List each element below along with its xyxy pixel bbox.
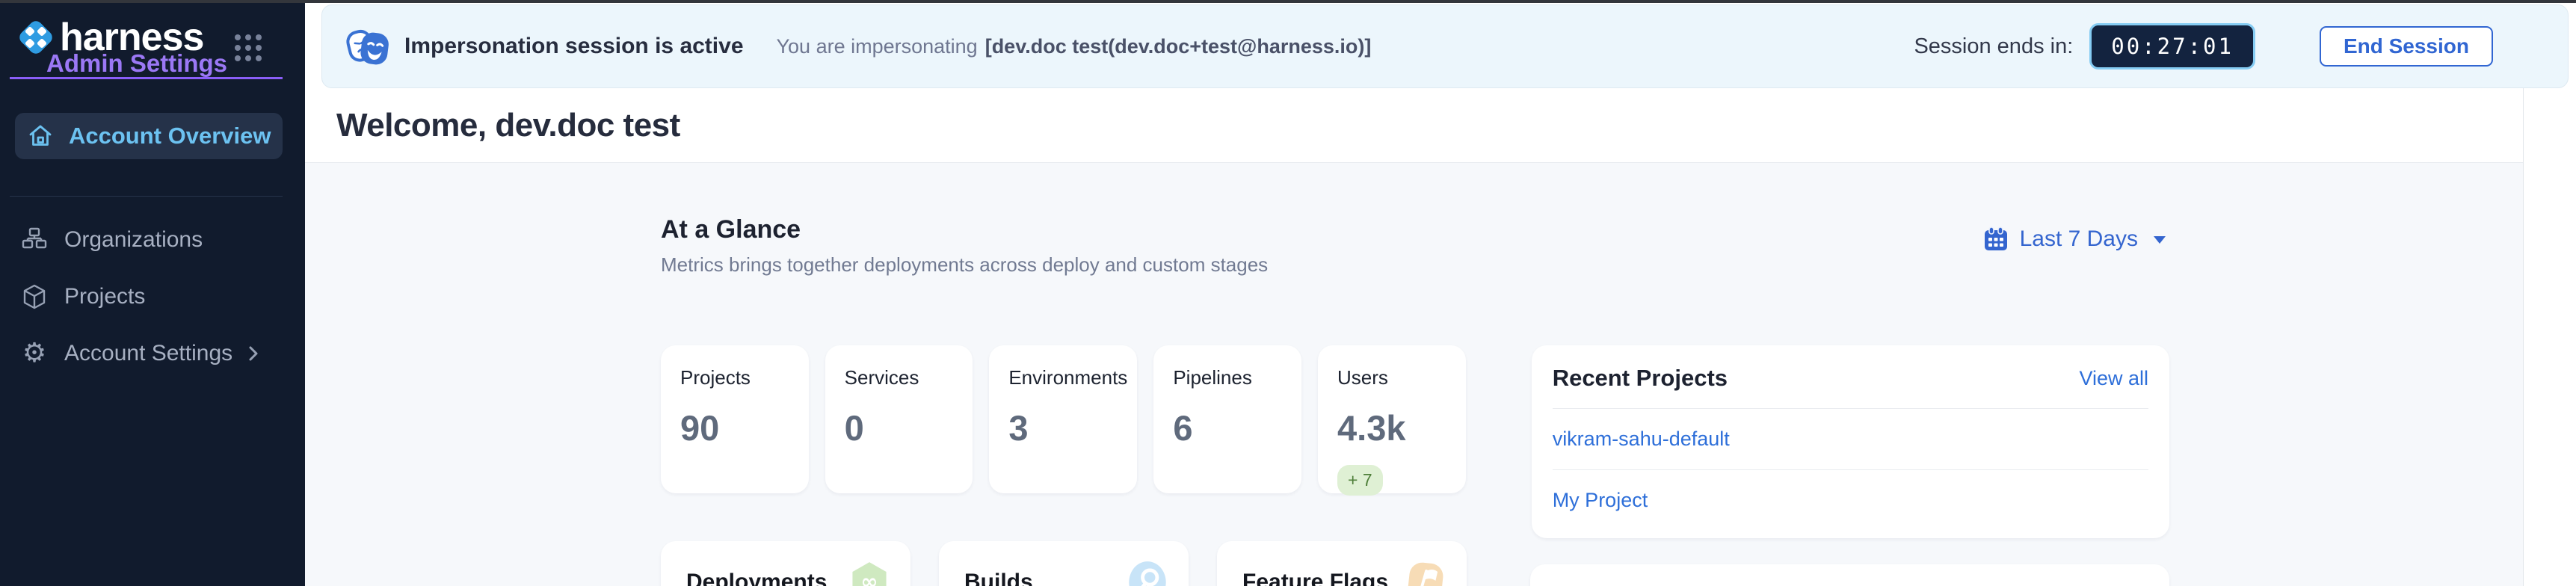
sidebar-divider xyxy=(10,196,283,197)
banner-title: Impersonation session is active xyxy=(404,34,744,59)
app-grid-icon[interactable] xyxy=(232,31,265,64)
home-icon xyxy=(27,123,54,149)
metric-label: Environments xyxy=(1008,366,1124,389)
module-card-feature-flags[interactable]: Feature Flags xyxy=(1217,541,1467,586)
ci-magnifier-circle-icon xyxy=(1127,561,1168,586)
sidebar: harness Admin Settings Account Overview … xyxy=(0,3,305,586)
metric-value: 6 xyxy=(1173,407,1288,448)
notifications-panel: Notifications xyxy=(1530,564,2169,586)
banner-impersonated-user: [dev.doc test(dev.doc+test@harness.io)] xyxy=(985,35,1372,58)
at-a-glance-header: At a Glance Metrics brings together depl… xyxy=(661,215,2169,277)
main-content: At a Glance Metrics brings together depl… xyxy=(305,163,2523,586)
metric-label: Pipelines xyxy=(1173,366,1288,389)
module-card-deployments[interactable]: Deployments ∞ xyxy=(661,541,910,586)
page-title: Welcome, dev.doc test xyxy=(336,107,680,144)
svg-text:∞: ∞ xyxy=(860,570,878,586)
calendar-icon xyxy=(1982,226,2009,253)
metric-label: Projects xyxy=(680,366,795,389)
projects-cube-icon xyxy=(21,283,48,310)
sidebar-item-organizations[interactable]: Organizations xyxy=(15,217,283,263)
module-label: Deployments xyxy=(686,570,827,586)
welcome-band: Welcome, dev.doc test xyxy=(305,88,2523,163)
impersonation-banner: Impersonation session is active You are … xyxy=(321,4,2569,88)
users-delta-badge: + 7 xyxy=(1337,465,1383,496)
sidebar-item-account-overview[interactable]: Account Overview xyxy=(15,113,283,159)
sidebar-item-label: Organizations xyxy=(64,227,203,253)
admin-settings-label: Admin Settings xyxy=(46,49,227,78)
metric-value: 90 xyxy=(680,407,795,448)
sidebar-item-account-settings[interactable]: ⚙ Account Settings xyxy=(15,330,283,377)
metric-label: Services xyxy=(845,366,960,389)
cd-infinity-hexagon-icon: ∞ xyxy=(849,561,890,586)
gear-icon: ⚙ xyxy=(21,340,48,367)
sidebar-item-label: Account Overview xyxy=(69,123,271,149)
caret-down-icon xyxy=(2150,229,2169,249)
sidebar-item-label: Projects xyxy=(64,284,145,309)
recent-projects-panel: Recent Projects View all vikram-sahu-def… xyxy=(1532,345,2169,538)
end-session-button[interactable]: End Session xyxy=(2320,26,2493,67)
session-timer: 00:27:01 xyxy=(2089,23,2255,70)
module-label: Builds xyxy=(964,570,1033,586)
right-rail xyxy=(2523,88,2576,586)
sidebar-item-label: Account Settings xyxy=(64,341,232,366)
date-range-label: Last 7 Days xyxy=(2020,226,2138,252)
recent-project-link[interactable]: My Project xyxy=(1553,470,2148,531)
session-ends-label: Session ends in: xyxy=(1914,34,2073,59)
metric-card-environments[interactable]: Environments 3 xyxy=(989,345,1137,493)
date-range-dropdown[interactable]: Last 7 Days xyxy=(1982,226,2169,253)
metric-card-services[interactable]: Services 0 xyxy=(825,345,973,493)
sidebar-accent-divider xyxy=(10,77,283,79)
banner-subtitle: You are impersonating xyxy=(777,35,978,58)
metric-value: 0 xyxy=(845,407,960,448)
module-card-builds[interactable]: Builds xyxy=(939,541,1189,586)
sidebar-item-projects[interactable]: Projects xyxy=(15,274,283,320)
view-all-link[interactable]: View all xyxy=(2079,367,2148,390)
impersonation-masks-icon xyxy=(343,25,391,67)
metric-card-pipelines[interactable]: Pipelines 6 xyxy=(1153,345,1301,493)
metric-card-projects[interactable]: Projects 90 xyxy=(661,345,809,493)
organizations-icon xyxy=(21,226,48,253)
metric-value: 4.3k xyxy=(1337,407,1452,448)
metric-value: 3 xyxy=(1008,407,1124,448)
at-a-glance-title: At a Glance xyxy=(661,215,1268,244)
recent-projects-title: Recent Projects xyxy=(1553,365,1728,392)
module-label: Feature Flags xyxy=(1242,570,1388,586)
metric-label: Users xyxy=(1337,366,1452,389)
feature-flag-icon xyxy=(1405,561,1446,586)
metric-card-users[interactable]: Users 4.3k + 7 xyxy=(1318,345,1466,493)
at-a-glance-subtitle: Metrics brings together deployments acro… xyxy=(661,253,1268,277)
chevron-right-icon xyxy=(242,342,265,365)
recent-project-link[interactable]: vikram-sahu-default xyxy=(1553,409,2148,470)
